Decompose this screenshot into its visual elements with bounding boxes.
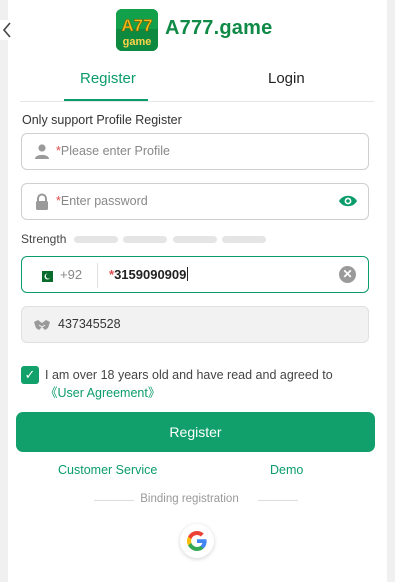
tab-divider <box>20 101 374 102</box>
show-password-eye-icon[interactable] <box>338 194 358 213</box>
pakistan-flag-icon[interactable] <box>38 269 53 282</box>
svg-text:game: game <box>123 36 152 48</box>
binding-registration-label: Binding registration <box>140 493 239 505</box>
agreement-text: I am over 18 years old and have read and… <box>45 366 375 402</box>
country-code[interactable]: +92 <box>60 267 82 282</box>
demo-link[interactable]: Demo <box>270 463 303 477</box>
register-hint: Only support Profile Register <box>22 113 182 127</box>
back-chevron-icon[interactable] <box>0 20 14 40</box>
password-input[interactable]: *Enter password <box>21 183 369 220</box>
password-placeholder: Enter password <box>60 194 148 208</box>
app-logo: A77 game <box>116 9 158 51</box>
strength-bar <box>222 236 266 243</box>
agreement-checkbox[interactable]: ✓ <box>21 366 39 384</box>
clear-icon[interactable]: ✕ <box>339 266 356 283</box>
invite-code-value: 437345528 <box>58 317 121 331</box>
brand-name: A777.game <box>165 17 273 39</box>
text-caret <box>187 267 189 281</box>
phone-input[interactable]: +92 *3159090909 ✕ <box>21 256 369 293</box>
handshake-icon <box>33 318 51 337</box>
strength-bar <box>74 236 118 243</box>
strength-bar <box>173 236 217 243</box>
divider-line <box>258 500 298 501</box>
profile-input[interactable]: *Please enter Profile <box>21 133 369 170</box>
strength-bar <box>123 236 167 243</box>
profile-placeholder: Please enter Profile <box>60 144 170 158</box>
customer-service-link[interactable]: Customer Service <box>58 463 157 477</box>
lock-icon <box>34 193 50 215</box>
agreement-label: I am over 18 years old and have read and… <box>45 368 333 382</box>
register-button[interactable]: Register <box>16 412 375 452</box>
phone-separator <box>97 263 98 288</box>
strength-label: Strength <box>21 232 67 246</box>
svg-text:A77: A77 <box>121 16 152 35</box>
invite-code-input[interactable]: 437345528 <box>21 306 369 343</box>
user-icon <box>34 143 50 164</box>
google-icon <box>187 531 207 551</box>
user-agreement-link[interactable]: 《User Agreement》 <box>45 386 160 400</box>
phone-value: 3159090909 <box>114 267 187 282</box>
tab-register[interactable]: Register <box>80 70 136 87</box>
tab-login[interactable]: Login <box>268 70 305 87</box>
google-login-button[interactable] <box>180 524 214 558</box>
